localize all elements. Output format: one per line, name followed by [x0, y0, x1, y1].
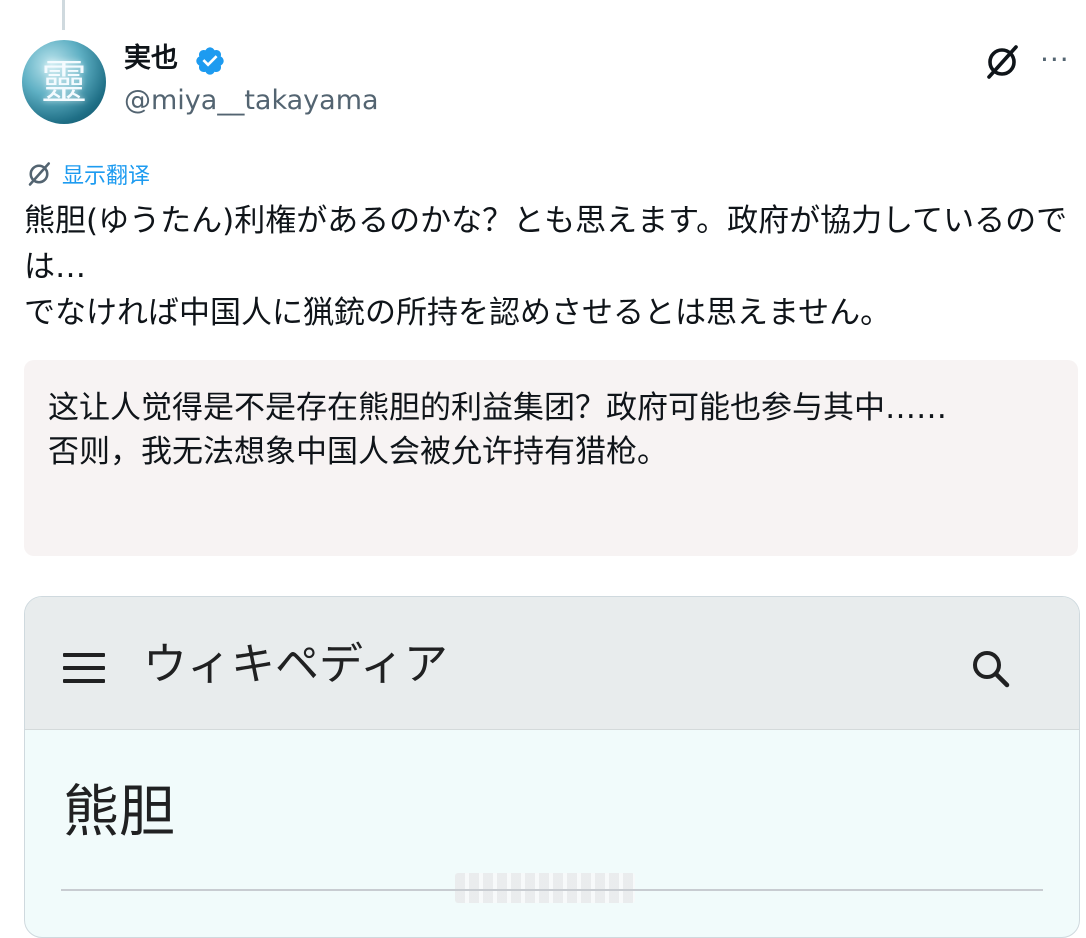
translation-box: 这让人觉得是不是存在熊胆的利益集团？政府可能也参与其中…… 否则，我无法想象中国… — [24, 360, 1078, 556]
post-text-line: でなければ中国人に猟銃の所持を認めさせるとは思えません。 — [24, 295, 892, 331]
post-body: 熊胆(ゆうたん)利権があるのかな？とも思えます。政府が協力しているのでは… でな… — [24, 198, 1074, 336]
grok-icon[interactable] — [982, 42, 1022, 82]
post-text-line: 熊胆(ゆうたん)利権があるのかな？とも思えます。政府が協力しているのでは… — [24, 203, 1068, 285]
avatar-calligraphy: 靈 — [41, 55, 87, 109]
more-options-icon[interactable]: ··· — [1040, 42, 1080, 82]
wikipedia-wordmark: ウィキペディア — [143, 639, 448, 690]
translation-line: 否则，我无法想象中国人会被允许持有猎枪。 — [48, 434, 668, 470]
image-loading-placeholder — [455, 873, 635, 903]
show-translation-link[interactable]: 显示翻译 — [62, 158, 150, 190]
thread-connector-line — [62, 0, 65, 30]
author-avatar[interactable]: 靈 — [22, 40, 106, 124]
author-handle[interactable]: @miya__takayama — [124, 84, 379, 118]
author-display-name[interactable]: 実也 — [124, 42, 178, 76]
grok-translate-icon — [28, 162, 51, 186]
attached-image[interactable]: ウィキペディア 熊胆 — [24, 596, 1080, 938]
hamburger-menu-icon — [63, 653, 105, 683]
article-title: 熊胆 — [63, 780, 175, 845]
translate-row[interactable]: 显示翻译 — [24, 156, 150, 192]
translation-line: 这让人觉得是不是存在熊胆的利益集团？政府可能也参与其中…… — [48, 390, 947, 426]
wikipedia-header: ウィキペディア — [25, 597, 1079, 730]
article-divider — [61, 889, 1043, 891]
search-icon — [973, 651, 1010, 688]
verified-badge-icon — [196, 47, 224, 75]
